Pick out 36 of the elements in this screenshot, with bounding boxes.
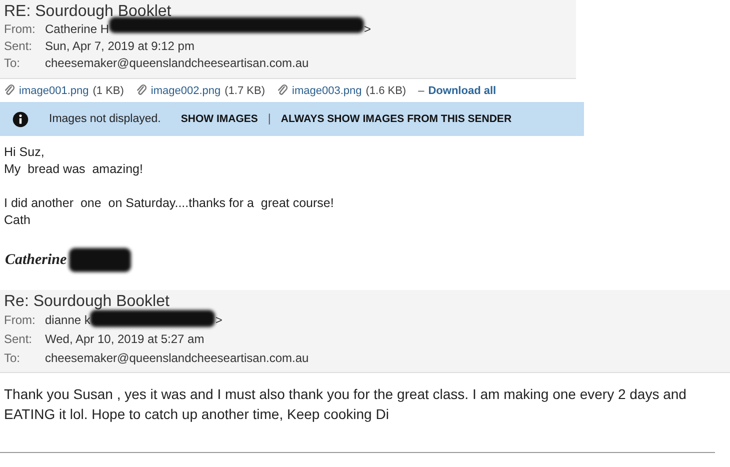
attachment-size: (1 KB) [92, 84, 124, 96]
attachment-size: (1.7 KB) [224, 84, 266, 96]
email-subject: Re: Sourdough Booklet [4, 292, 170, 311]
paperclip-icon [277, 84, 288, 97]
field-value: dianne k [45, 312, 90, 329]
field-label: From: [4, 21, 36, 38]
attachment-size: (1.6 KB) [366, 84, 406, 96]
attachment-link[interactable]: image001.png [19, 84, 89, 96]
dash: – [418, 84, 424, 96]
field-label: To: [4, 350, 22, 367]
paperclip-icon [136, 84, 147, 97]
separator: | [268, 113, 271, 125]
attachment-link[interactable]: image002.png [150, 84, 221, 96]
field-label: Sent: [4, 331, 34, 348]
show-images-link[interactable]: SHOW IMAGES [180, 113, 258, 125]
signature: Catherine [5, 252, 67, 268]
angle-bracket: > [364, 21, 372, 38]
email-subject: RE: Sourdough Booklet [4, 2, 172, 21]
angle-bracket: > [215, 312, 222, 329]
field-label: From: [4, 312, 36, 329]
message-text: Hi Suz, My bread was amazing! [4, 144, 144, 178]
field-value: Wed, Apr 10, 2019 at 5:27 am [45, 331, 204, 348]
field-value: cheesemaker@queenslandcheeseartisan.com.au [45, 350, 309, 367]
field-value: cheesemaker@queenslandcheeseartisan.com.au [45, 55, 309, 72]
field-label: To: [4, 55, 22, 72]
message-text: I did another one on Saturday....thanks for a great course! Cath [4, 195, 335, 229]
field-value: Sun, Apr 7, 2019 at 9:12 pm [45, 38, 194, 55]
field-value: Catherine H [45, 21, 110, 38]
attachment-link[interactable]: image003.png [292, 84, 362, 96]
notice-text: Images not displayed. [49, 113, 161, 125]
info-icon [12, 110, 29, 128]
paperclip-icon [4, 84, 15, 97]
show-images-link[interactable]: ALWAYS SHOW IMAGES FROM THIS SENDER [280, 113, 512, 125]
message-text: Thank you Susan , yes it was and I must also thank you for the great class. I am making one every 2 days and EATING it lol. Hope to catch up another time, Keep cooking Di [4, 385, 688, 424]
field-label: Sent: [4, 38, 34, 55]
download-all-link[interactable]: Download all [428, 84, 496, 96]
